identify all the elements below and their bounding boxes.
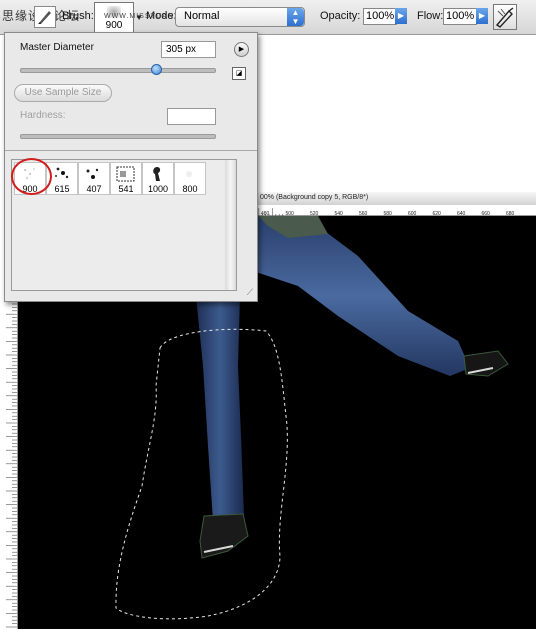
- opacity-slider-arrow-icon[interactable]: ▶: [395, 8, 407, 24]
- jeans-raised-leg: [253, 216, 470, 376]
- brush-label: Brush:: [62, 10, 94, 22]
- right-arrow-circle-icon[interactable]: ▶: [234, 42, 249, 57]
- brush-tool-preset-icon[interactable]: [34, 6, 56, 28]
- brush-list-scrollbar[interactable]: [225, 159, 237, 291]
- opacity-input[interactable]: 100%: [363, 8, 397, 25]
- master-diameter-label: Master Diameter: [20, 42, 94, 53]
- stepper-arrows-icon[interactable]: ▲ ▼: [287, 8, 304, 26]
- airbrush-icon[interactable]: [493, 4, 517, 30]
- brush-preset-panel: Master Diameter 305 px ▶ ◪ Use Sample Si…: [4, 32, 258, 302]
- splatter-brush-icon: [86, 168, 99, 179]
- use-sample-size-button[interactable]: Use Sample Size: [14, 84, 112, 102]
- flow-input[interactable]: 100%: [443, 8, 477, 25]
- jeans-lower-leg: [196, 296, 244, 521]
- figure-brush-icon: [153, 167, 161, 181]
- splatter-brush-icon: [55, 167, 69, 179]
- resize-grip-icon[interactable]: ⟋: [247, 287, 253, 298]
- slider-thumb[interactable]: [150, 64, 162, 75]
- hardness-slider[interactable]: [20, 134, 216, 139]
- new-preset-icon[interactable]: ◪: [232, 67, 246, 80]
- soft-brush-icon: [186, 171, 192, 177]
- selected-brush-highlight: [11, 158, 52, 195]
- brush-size: 615: [54, 184, 70, 194]
- grunge-brush-icon: [116, 166, 135, 182]
- brush-tile[interactable]: 1000: [142, 162, 174, 195]
- selection-marquee: [115, 328, 288, 620]
- brush-size: 1000: [147, 184, 169, 194]
- brush-tile[interactable]: 407: [78, 162, 110, 195]
- master-diameter-input[interactable]: 305 px: [161, 41, 216, 58]
- panel-divider: [5, 150, 257, 151]
- hardness-input[interactable]: [167, 108, 216, 125]
- brush-tile[interactable]: 800: [174, 162, 206, 195]
- brush-tile[interactable]: 541: [110, 162, 142, 195]
- brush-size: 800: [182, 184, 198, 194]
- opacity-label: Opacity:: [320, 10, 361, 22]
- flow-label: Flow:: [417, 10, 444, 22]
- brush-size: 541: [118, 184, 134, 194]
- mode-select[interactable]: Normal ▲ ▼: [175, 7, 305, 27]
- brush-size: 407: [86, 184, 102, 194]
- master-diameter-slider[interactable]: [20, 68, 216, 73]
- mode-value: Normal: [184, 10, 220, 22]
- flow-slider-arrow-icon[interactable]: ▶: [476, 8, 488, 24]
- hardness-label: Hardness:: [20, 110, 66, 121]
- document-title: 00% (Background copy 5, RGB/8*): [260, 194, 369, 201]
- options-bar: 思缘设计论坛 Brush: 900 ▼ WWW.MISSYUAN.COM Mod…: [0, 0, 536, 35]
- mode-label: Mode:: [146, 10, 177, 22]
- brush-size-value: 900: [105, 20, 123, 31]
